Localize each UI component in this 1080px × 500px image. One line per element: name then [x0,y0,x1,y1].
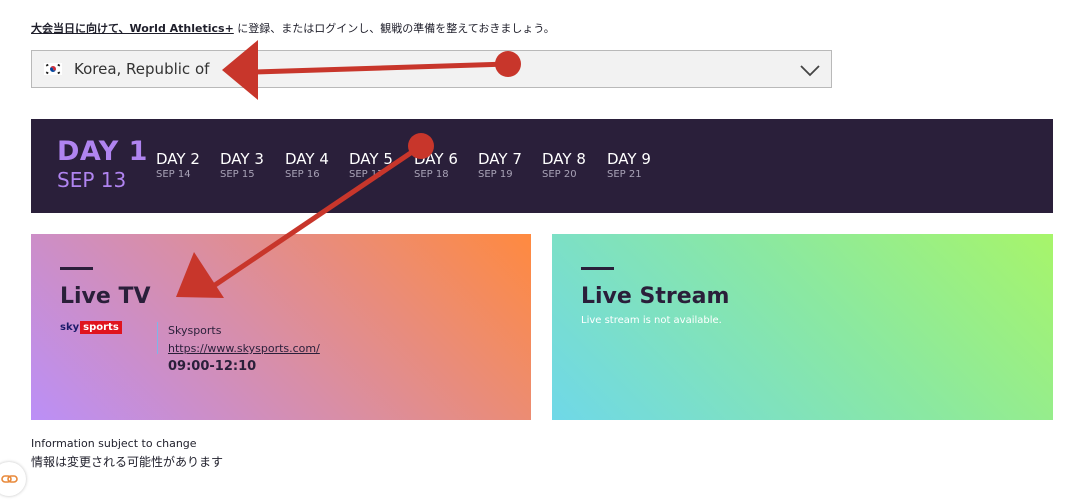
day-date: SEP 14 [156,169,191,180]
day-tab[interactable]: DAY 2 SEP 14 [156,150,200,182]
broadcaster-link[interactable]: https://www.skysports.com/ [168,342,320,355]
day-label: DAY 4 [285,150,329,168]
live-tv-title: Live TV [60,284,151,309]
world-athletics-plus-link[interactable]: 大会当日に向けて、World Athletics+ [31,22,234,35]
live-stream-note: Live stream is not available. [581,315,722,326]
live-tv-card: Live TV sky sports Skysports https://www.… [31,234,531,420]
country-select-value: Korea, Republic of [74,60,210,78]
registration-notice: 大会当日に向けて、World Athletics+ に登録、またはログインし、観… [31,20,555,36]
day-label: DAY 7 [478,150,522,168]
day-date: SEP 17 [349,169,384,180]
day-tab-active[interactable]: DAY 1 SEP 13 [57,137,148,193]
day-tab[interactable]: DAY 9 SEP 21 [607,150,651,182]
day-date: SEP 13 [57,168,127,192]
day-label: DAY 8 [542,150,586,168]
day-label: DAY 2 [156,150,200,168]
logo-sports-text: sports [80,321,122,334]
broadcaster-name: Skysports [168,324,222,337]
divider [157,322,158,354]
link-icon [1,475,18,483]
chat-widget-button[interactable] [0,462,26,496]
day-selector: DAY 1 SEP 13 DAY 2 SEP 14 DAY 3 SEP 15 DAY… [31,119,1053,213]
day-tab[interactable]: DAY 8 SEP 20 [542,150,586,182]
korea-flag-icon [43,62,63,76]
day-label: DAY 6 [414,150,458,168]
info-disclaimer-ja: 情報は変更される可能性があります [31,455,224,469]
sky-sports-logo: sky sports [60,321,122,334]
day-date: SEP 21 [607,169,642,180]
card-accent-dash [60,267,93,270]
day-date: SEP 20 [542,169,577,180]
chevron-down-icon [800,65,820,77]
day-date: SEP 18 [414,169,449,180]
live-stream-card: Live Stream Live stream is not available… [552,234,1053,420]
day-tab[interactable]: DAY 3 SEP 15 [220,150,264,182]
day-label: DAY 3 [220,150,264,168]
card-accent-dash [581,267,614,270]
country-select[interactable]: Korea, Republic of [31,50,832,88]
logo-sky-text: sky [60,322,80,333]
day-tab[interactable]: DAY 4 SEP 16 [285,150,329,182]
notice-text: に登録、またはログインし、観戦の準備を整えておきましょう。 [233,22,555,35]
day-tab[interactable]: DAY 7 SEP 19 [478,150,522,182]
day-tab[interactable]: DAY 6 SEP 18 [414,150,458,182]
day-tab[interactable]: DAY 5 SEP 17 [349,150,393,182]
broadcast-time: 09:00-12:10 [168,359,257,374]
day-date: SEP 16 [285,169,320,180]
day-label: DAY 5 [349,150,393,168]
live-stream-title: Live Stream [581,284,730,309]
day-label: DAY 1 [57,136,148,167]
day-date: SEP 19 [478,169,513,180]
info-disclaimer-en: Information subject to change [31,437,197,450]
day-label: DAY 9 [607,150,651,168]
day-date: SEP 15 [220,169,255,180]
